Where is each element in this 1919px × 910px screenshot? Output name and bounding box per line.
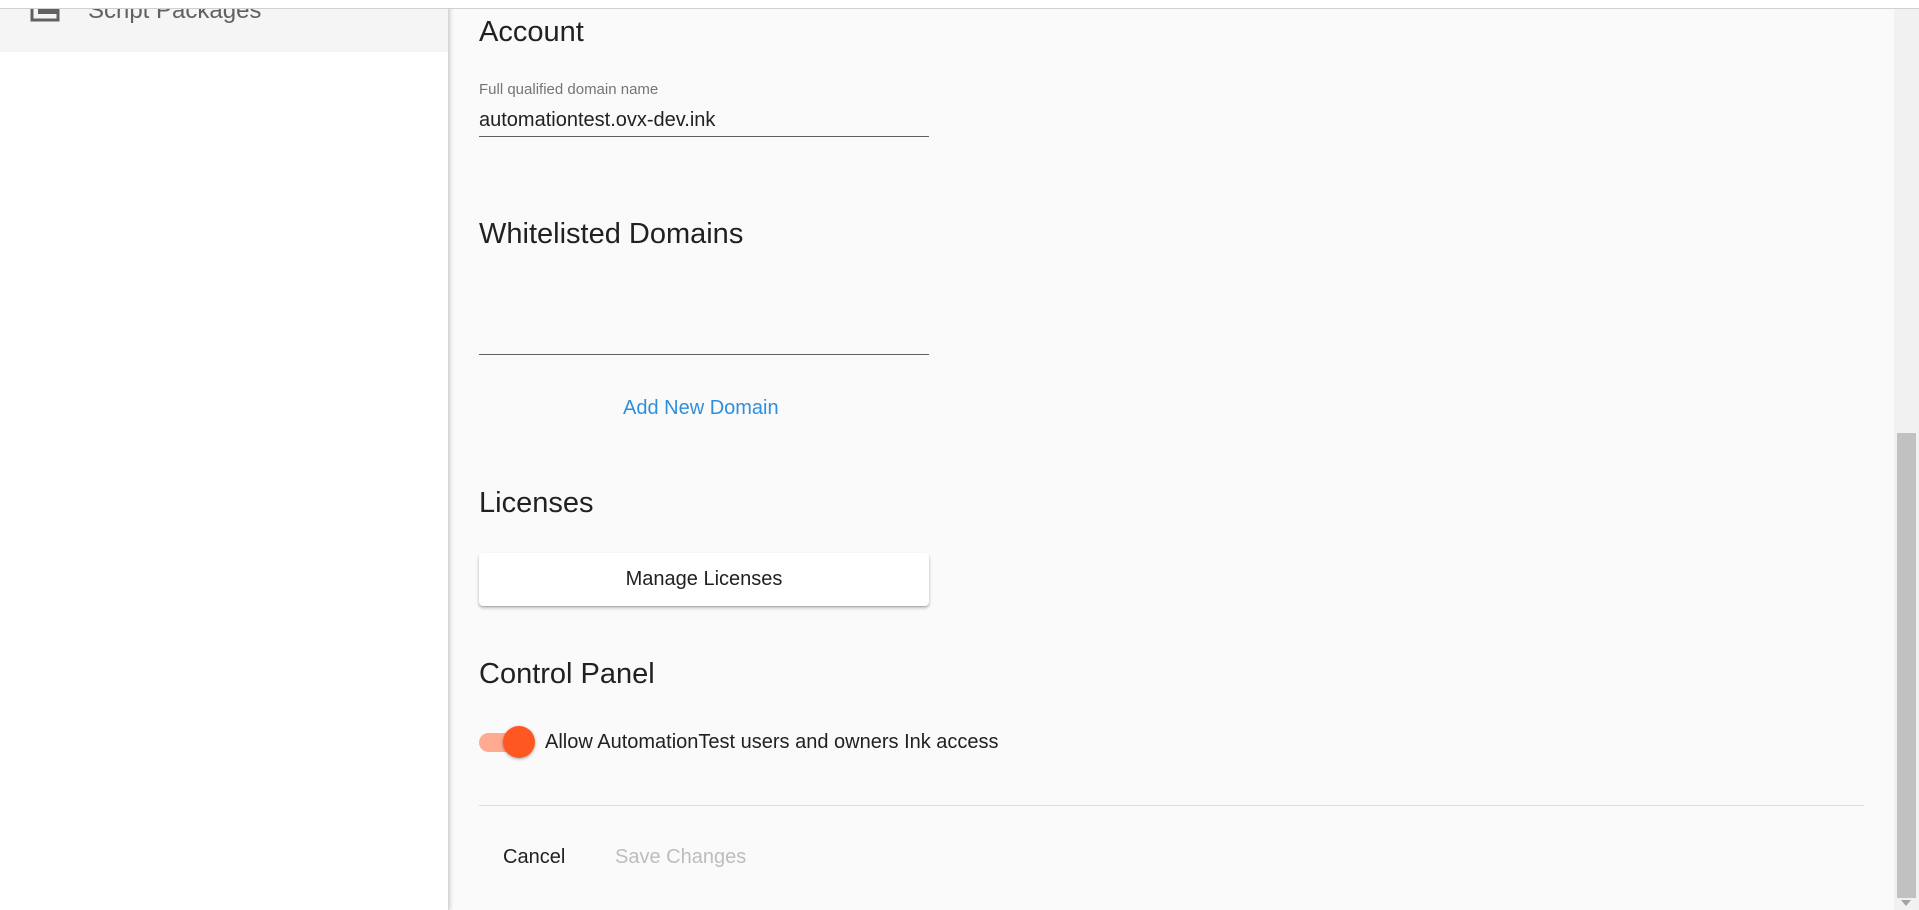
scroll-down-arrow-icon[interactable] [1901,900,1911,906]
cancel-button[interactable]: Cancel [503,846,565,869]
control-panel-section-title: Control Panel [479,658,655,690]
sidebar: Script Packages [0,0,449,910]
scrollbar-thumb[interactable] [1897,433,1916,898]
ink-access-toggle[interactable] [479,724,535,758]
whitelisted-domains-title: Whitelisted Domains [479,218,744,250]
whitelisted-domain-input[interactable] [479,322,929,355]
save-changes-button[interactable]: Save Changes [615,846,746,869]
ink-access-toggle-label: Allow AutomationTest users and owners In… [545,731,999,753]
toggle-thumb [503,726,535,758]
fqdn-input[interactable] [479,104,929,137]
add-new-domain-button[interactable]: Add New Domain [623,397,779,420]
manage-licenses-button[interactable]: Manage Licenses [479,553,929,606]
fqdn-label: Full qualified domain name [479,81,659,98]
top-border [0,0,1919,9]
actions-divider [479,805,1864,806]
vertical-scrollbar[interactable] [1894,8,1919,910]
settings-panel: Account Full qualified domain name White… [449,0,1894,910]
account-section-title: Account [479,16,584,48]
licenses-section-title: Licenses [479,487,594,519]
